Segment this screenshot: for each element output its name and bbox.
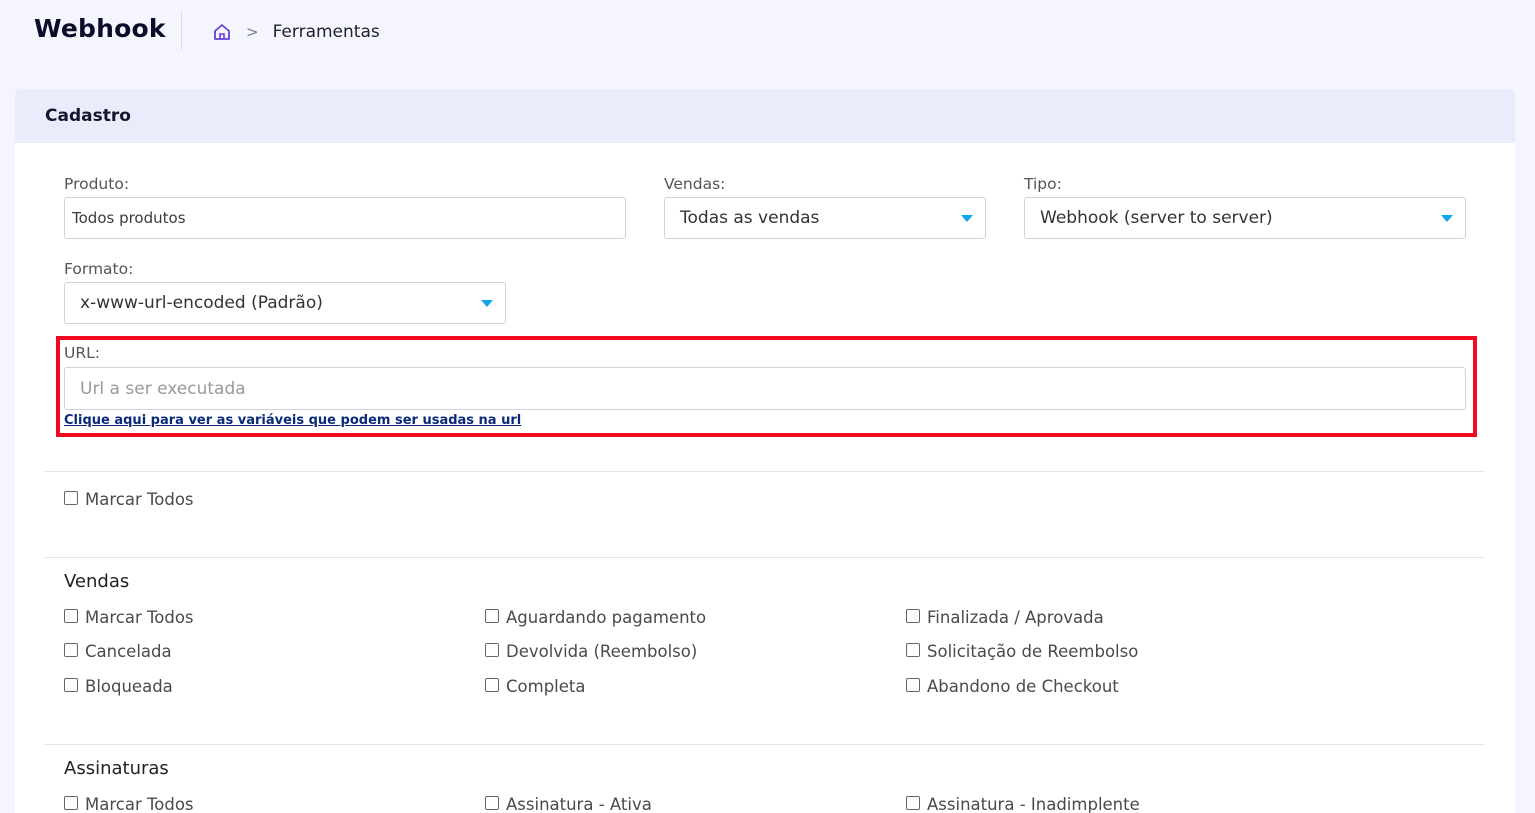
checkbox-label: Completa (506, 677, 586, 696)
checkbox-vendas-marcar-todos[interactable]: Marcar Todos (64, 608, 194, 627)
url-variables-link[interactable]: Clique aqui para ver as variáveis que po… (64, 413, 521, 428)
checkbox-box[interactable] (64, 677, 78, 692)
formato-value: x-www-url-encoded (Padrão) (80, 293, 323, 313)
produto-label: Produto: (64, 175, 130, 193)
checkbox-aguardando-pagamento[interactable]: Aguardando pagamento (485, 608, 706, 627)
checkbox-box[interactable] (64, 795, 78, 810)
caret-down-icon (961, 215, 973, 222)
tipo-value: Webhook (server to server) (1040, 208, 1273, 228)
page-title: Webhook (34, 14, 166, 43)
checkbox-bloqueada[interactable]: Bloqueada (64, 677, 173, 696)
checkbox-label: Assinatura - Ativa (506, 795, 652, 813)
produto-value: Todos produtos (72, 209, 186, 227)
checkbox-assinatura-ativa[interactable]: Assinatura - Ativa (485, 795, 652, 813)
checkbox-assinaturas-marcar-todos[interactable]: Marcar Todos (64, 795, 194, 813)
checkbox-cancelada[interactable]: Cancelada (64, 642, 172, 661)
top-bar: Webhook > Ferramentas (0, 0, 1535, 70)
checkbox-abandono-checkout[interactable]: Abandono de Checkout (906, 677, 1119, 696)
checkbox-box[interactable] (485, 677, 499, 692)
caret-down-icon (1441, 215, 1453, 222)
checkbox-finalizada-aprovada[interactable]: Finalizada / Aprovada (906, 608, 1104, 627)
home-icon[interactable] (212, 22, 232, 42)
checkbox-box[interactable] (485, 642, 499, 657)
url-placeholder: Url a ser executada (80, 378, 246, 399)
checkbox-box[interactable] (64, 490, 78, 505)
produto-field[interactable]: Todos produtos (64, 197, 626, 239)
checkbox-label: Bloqueada (85, 677, 173, 696)
section-title-vendas: Vendas (64, 571, 130, 592)
checkbox-label: Cancelada (85, 642, 172, 661)
caret-down-icon (481, 300, 493, 307)
checkbox-label: Solicitação de Reembolso (927, 642, 1139, 661)
card-title: Cadastro (45, 106, 131, 126)
divider (45, 744, 1485, 745)
marcar-todos-global-checkbox[interactable]: Marcar Todos (64, 490, 194, 509)
breadcrumb-separator: > (246, 23, 259, 41)
vendas-select[interactable]: Todas as vendas (664, 197, 986, 239)
checkbox-label: Devolvida (Reembolso) (506, 642, 698, 661)
vendas-label: Vendas: (664, 175, 726, 193)
url-input[interactable]: Url a ser executada (64, 367, 1466, 410)
checkbox-assinatura-inadimplente[interactable]: Assinatura - Inadimplente (906, 795, 1140, 813)
checkbox-label: Aguardando pagamento (506, 608, 707, 627)
divider (45, 471, 1485, 472)
breadcrumb: > Ferramentas (212, 22, 380, 42)
tipo-select[interactable]: Webhook (server to server) (1024, 197, 1466, 239)
url-label: URL: (64, 344, 100, 362)
checkbox-box[interactable] (64, 608, 78, 623)
checkbox-box[interactable] (906, 795, 920, 810)
checkbox-box[interactable] (485, 795, 499, 810)
vendas-value: Todas as vendas (680, 208, 820, 228)
card-header: Cadastro (15, 89, 1515, 143)
checkbox-devolvida[interactable]: Devolvida (Reembolso) (485, 642, 697, 661)
tipo-label: Tipo: (1024, 175, 1062, 193)
checkbox-label: Marcar Todos (85, 490, 194, 509)
title-divider (181, 10, 182, 50)
checkbox-label: Assinatura - Inadimplente (927, 795, 1140, 813)
formato-select[interactable]: x-www-url-encoded (Padrão) (64, 282, 506, 324)
checkbox-solicitacao-reembolso[interactable]: Solicitação de Reembolso (906, 642, 1138, 661)
checkbox-label: Marcar Todos (85, 795, 194, 813)
checkbox-box[interactable] (485, 608, 499, 623)
checkbox-box[interactable] (906, 608, 920, 623)
checkbox-box[interactable] (906, 677, 920, 692)
checkbox-label: Marcar Todos (85, 608, 194, 627)
checkbox-completa[interactable]: Completa (485, 677, 585, 696)
checkbox-label: Finalizada / Aprovada (927, 608, 1104, 627)
breadcrumb-current[interactable]: Ferramentas (273, 22, 380, 42)
formato-label: Formato: (64, 260, 134, 278)
divider (45, 557, 1485, 558)
checkbox-box[interactable] (64, 642, 78, 657)
checkbox-label: Abandono de Checkout (927, 677, 1119, 696)
section-title-assinaturas: Assinaturas (64, 758, 169, 779)
checkbox-box[interactable] (906, 642, 920, 657)
